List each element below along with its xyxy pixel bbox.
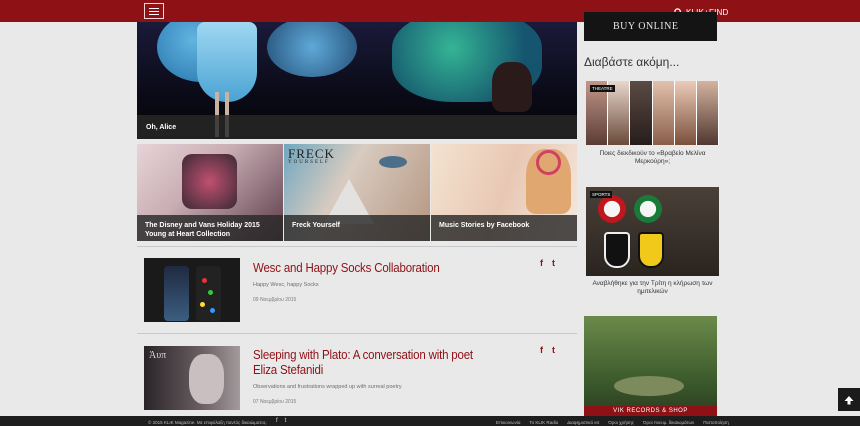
- facebook-icon[interactable]: f: [540, 258, 543, 268]
- tile-image-part: [182, 154, 237, 209]
- twitter-icon[interactable]: t: [285, 418, 287, 424]
- article-share: f t: [540, 258, 555, 268]
- article-thumbnail[interactable]: Ἀυπ: [144, 346, 240, 410]
- category-tag: SPORTS: [590, 191, 613, 198]
- team-crest: [634, 195, 662, 223]
- sidebar-ad-forest[interactable]: VIK RECORDS & SHOP: [584, 316, 717, 416]
- image-part: [674, 81, 697, 145]
- top-bar: KLIK+FIND: [0, 0, 860, 22]
- tile-freck-yourself[interactable]: FRECK YOURSELF Freck Yourself: [284, 144, 430, 241]
- divider: [137, 246, 577, 247]
- scroll-to-top-button[interactable]: [838, 388, 860, 411]
- thumbnail-part: [210, 308, 215, 313]
- image-part: [652, 81, 675, 145]
- image-part: [630, 81, 653, 145]
- hero-image-part: [267, 22, 357, 77]
- menu-line: [149, 10, 159, 12]
- article-title[interactable]: Sleeping with Plato: A conversation with…: [253, 348, 483, 378]
- divider: [137, 333, 577, 334]
- article-subtitle: Observations and frustrations wrapped up…: [253, 384, 402, 390]
- menu-line: [149, 7, 159, 9]
- facebook-icon[interactable]: f: [276, 418, 278, 424]
- article-date: 07 Νοεμβρίου 2015: [253, 399, 297, 405]
- thumbnail-part: [200, 302, 205, 307]
- sidebar-title: Διαβάστε ακόμη...: [584, 55, 680, 69]
- footer-links: Επικοινωνία Το KLIK Radio Διαφημιστικό κ…: [496, 420, 729, 425]
- hamburger-menu-button[interactable]: [144, 3, 164, 19]
- thumbnail-part: [164, 266, 189, 321]
- team-crest: [598, 195, 626, 223]
- footer: © 2015 KLIK Magazine. Με επιφύλαξη παντό…: [0, 416, 860, 426]
- footer-link[interactable]: Το KLIK Radio: [529, 420, 558, 425]
- article-thumbnail[interactable]: [144, 258, 240, 322]
- tile-caption: Music Stories by Facebook: [431, 215, 577, 241]
- hero-image-part: [492, 62, 532, 112]
- footer-social: f t: [276, 418, 286, 424]
- article-share: f t: [540, 345, 555, 355]
- article-date: 09 Νοεμβρίου 2015: [253, 297, 297, 303]
- tile-caption: The Disney and Vans Holiday 2015 Young a…: [137, 215, 283, 241]
- arrow-up-icon: [844, 395, 854, 404]
- hero-caption: Oh, Alice: [137, 115, 577, 139]
- category-tag: THEATRE: [590, 85, 615, 92]
- ad-banner: VIK RECORDS & SHOP: [584, 406, 717, 416]
- tile-overlay-text: FRECK YOURSELF: [288, 146, 335, 165]
- image-part: [696, 81, 719, 145]
- twitter-icon[interactable]: t: [552, 258, 555, 268]
- footer-copyright: © 2015 KLIK Magazine. Με επιφύλαξη παντό…: [148, 420, 268, 425]
- footer-link[interactable]: Όροι χρήσης: [608, 420, 634, 425]
- tile-disney-vans[interactable]: The Disney and Vans Holiday 2015 Young a…: [137, 144, 283, 241]
- footer-link[interactable]: Επικοινωνία: [496, 420, 520, 425]
- tile-image-part: [379, 156, 407, 168]
- article-subtitle: Happy Wesc, happy Socks: [253, 282, 319, 288]
- thumbnail-text: Ἀυπ: [149, 350, 167, 361]
- tile-caption: Freck Yourself: [284, 215, 430, 241]
- menu-line: [149, 13, 159, 15]
- footer-link[interactable]: Όροι πνευμ. δικαιωμάτων: [643, 420, 694, 425]
- thumbnail-part: [202, 278, 207, 283]
- sidebar-item-caption[interactable]: Ποιες διεκδικούν το «Βραβείο Μελίνα Μερκ…: [584, 150, 721, 166]
- sidebar-item-caption[interactable]: Αναβλήθηκε για την Τρίτη η κλήρωση των η…: [584, 280, 721, 296]
- tile-overlay-word: FRECK: [288, 146, 335, 161]
- team-crest: [604, 232, 630, 268]
- footer-link[interactable]: Διαφημιστικό κιτ: [567, 420, 599, 425]
- image-part: [614, 376, 684, 396]
- hero-image-part: [197, 22, 257, 102]
- footer-link[interactable]: Πιστοποίηση: [703, 420, 729, 425]
- thumbnail-part: [208, 290, 213, 295]
- buy-online-ad[interactable]: BUY ONLINE: [584, 12, 717, 41]
- tile-music-stories[interactable]: Music Stories by Facebook: [431, 144, 577, 241]
- sidebar-item-theatre-image[interactable]: THEATRE: [586, 81, 719, 145]
- tile-overlay-small: YOURSELF: [288, 160, 330, 165]
- tile-image-part: [536, 150, 561, 175]
- sidebar-item-sports-image[interactable]: SPORTS: [586, 187, 719, 276]
- facebook-icon[interactable]: f: [540, 345, 543, 355]
- hero-feature[interactable]: Oh, Alice: [137, 22, 577, 139]
- thumbnail-part: [189, 354, 224, 404]
- article-title[interactable]: Wesc and Happy Socks Collaboration: [253, 261, 483, 276]
- twitter-icon[interactable]: t: [552, 345, 555, 355]
- team-crest: [638, 232, 664, 268]
